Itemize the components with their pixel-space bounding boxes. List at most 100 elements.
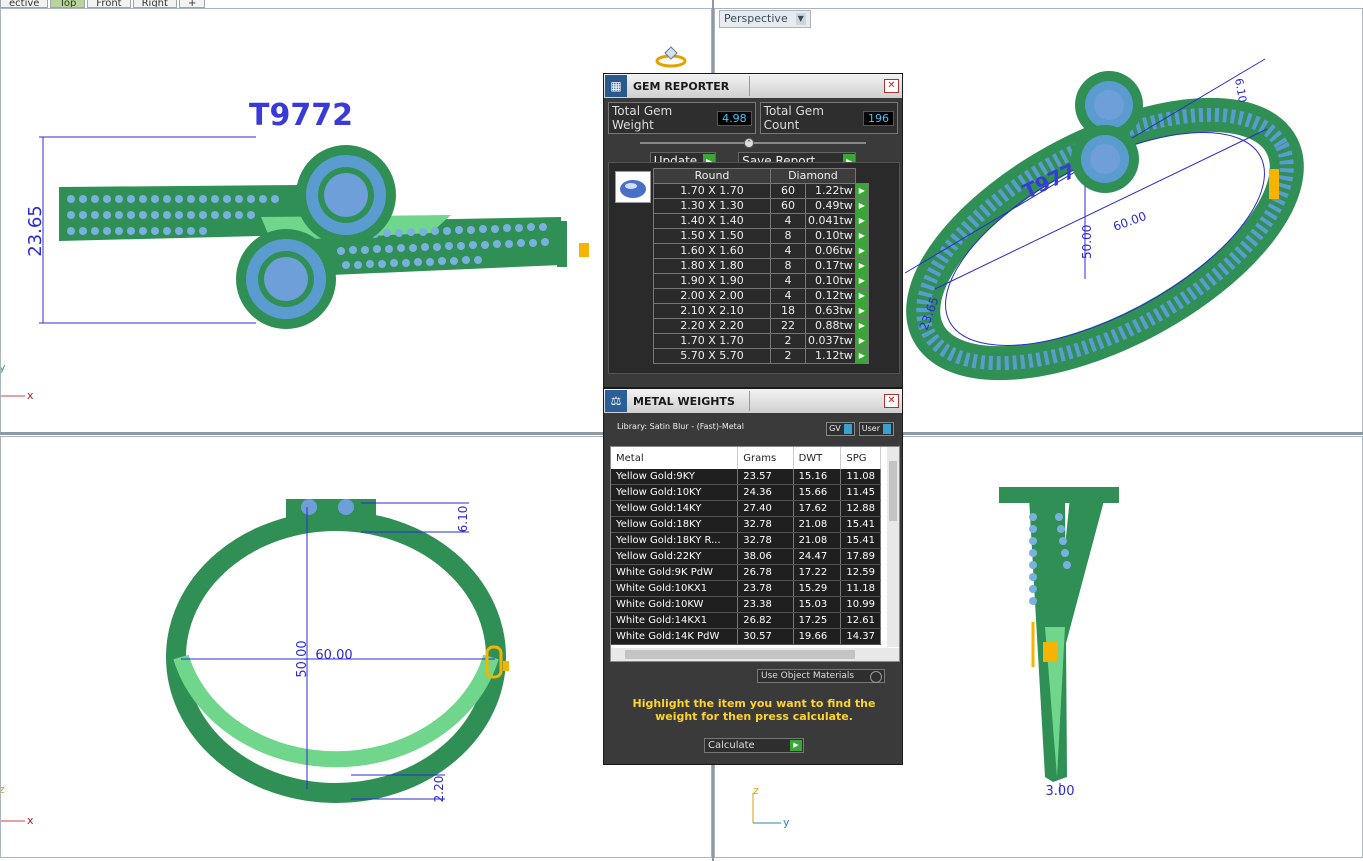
gem-row[interactable]: 1.90 X 1.90 4 0.10tw ▶: [653, 273, 869, 289]
scroll-thumb[interactable]: [889, 461, 897, 521]
play-icon[interactable]: ▶: [854, 243, 869, 259]
gem-reporter-titlebar[interactable]: ▦ GEM REPORTER ✕: [604, 74, 902, 98]
dim-label: 6.10: [456, 506, 470, 533]
tab-front[interactable]: Front: [87, 0, 131, 8]
viewport-label-perspective[interactable]: Perspective ▼: [719, 10, 811, 28]
gem-report-icon: ▦: [605, 75, 627, 97]
metal-dwt: 17.25: [793, 612, 842, 629]
col-grams[interactable]: Grams: [737, 447, 794, 469]
metal-row[interactable]: White Gold:10KX1 23.78 15.29 11.18: [611, 580, 881, 597]
gem-totals: Total Gem Weight 4.98 Total Gem Count 19…: [604, 98, 902, 134]
metal-spg: 11.45: [840, 484, 881, 501]
axis-y-label: y: [1, 361, 6, 374]
horizontal-scrollbar[interactable]: [611, 648, 899, 661]
tab-perspective[interactable]: ective: [0, 0, 49, 8]
metal-row[interactable]: Yellow Gold:18KY R... 32.78 21.08 15.41: [611, 532, 881, 549]
gem-row[interactable]: 1.80 X 1.80 8 0.17tw ▶: [653, 258, 869, 274]
gem-size: 1.90 X 1.90: [653, 273, 771, 289]
gem-row[interactable]: 2.00 X 2.00 4 0.12tw ▶: [653, 288, 869, 304]
metal-row[interactable]: White Gold:10KW 23.38 15.03 10.99: [611, 596, 881, 613]
tab-add[interactable]: +: [178, 0, 206, 8]
gem-row[interactable]: 1.60 X 1.60 4 0.06tw ▶: [653, 243, 869, 259]
gem-rows: 1.70 X 1.70 60 1.22tw ▶ 1.30 X 1.30 60 0.49tw ▶…: [653, 183, 869, 364]
scroll-thumb[interactable]: [625, 650, 855, 659]
user-toggle[interactable]: User: [858, 422, 894, 436]
metal-dwt: 15.16: [793, 469, 842, 485]
gem-count: 60: [770, 183, 806, 199]
play-icon[interactable]: ▶: [854, 198, 869, 214]
close-icon[interactable]: ✕: [884, 79, 899, 93]
gem-slider[interactable]: ⌃: [640, 138, 866, 148]
axis-z-label: z: [1, 783, 5, 796]
play-icon[interactable]: ▶: [854, 228, 869, 244]
metal-table: Metal Grams DWT SPG Yellow Gold:9KY 23.57…: [611, 447, 881, 645]
metal-grams: 27.40: [737, 500, 794, 517]
gem-row[interactable]: 1.50 X 1.50 8 0.10tw ▶: [653, 228, 869, 244]
metal-name: White Gold:10KX1: [611, 580, 739, 597]
dim-label: 2.20: [432, 776, 446, 803]
metal-name: White Gold:10KW: [611, 596, 739, 613]
gem-count: 4: [770, 213, 806, 229]
metal-dwt: 17.22: [793, 564, 842, 581]
metal-row[interactable]: Yellow Gold:9KY 23.57 15.16 11.08: [611, 469, 881, 485]
gem-size: 2.00 X 2.00: [653, 288, 771, 304]
radio-icon[interactable]: [870, 671, 882, 683]
toggle-indicator: [883, 424, 891, 434]
gem-count: 18: [770, 303, 806, 319]
metal-list[interactable]: Metal Grams DWT SPG Yellow Gold:9KY 23.57…: [610, 446, 900, 662]
gem-row[interactable]: 1.70 X 1.70 2 0.037tw ▶: [653, 333, 869, 349]
metal-row[interactable]: White Gold:9K PdW 26.78 17.22 12.59: [611, 564, 881, 581]
close-icon[interactable]: ✕: [884, 394, 899, 408]
calculate-button[interactable]: Calculate ▶: [704, 738, 804, 753]
gem-row[interactable]: 1.70 X 1.70 60 1.22tw ▶: [653, 183, 869, 199]
metal-row[interactable]: White Gold:14K PdW 30.57 19.66 14.37: [611, 628, 881, 645]
metal-grams: 24.36: [737, 484, 794, 501]
gem-size: 1.50 X 1.50: [653, 228, 771, 244]
metal-spg: 15.41: [840, 532, 881, 549]
panel-title: METAL WEIGHTS: [633, 394, 735, 408]
gem-row[interactable]: 5.70 X 5.70 2 1.12tw ▶: [653, 348, 869, 364]
metal-row[interactable]: White Gold:14KX1 26.82 17.25 12.61: [611, 612, 881, 629]
gem-table: Round Diamond 1.70 X 1.70 60 1.22tw ▶ 1.30 X…: [653, 168, 869, 364]
gem-count: 2: [770, 348, 806, 364]
dim-label: 60.00: [1111, 209, 1148, 234]
metal-rows: Yellow Gold:9KY 23.57 15.16 11.08 Yellow Gol…: [611, 469, 881, 645]
play-icon[interactable]: ▶: [854, 288, 869, 304]
tab-top[interactable]: Top: [50, 0, 86, 8]
play-icon[interactable]: ▶: [854, 213, 869, 229]
use-object-materials-toggle[interactable]: Use Object Materials: [757, 669, 885, 683]
total-weight-label: Total Gem Weight: [612, 104, 673, 132]
play-icon[interactable]: ▶: [854, 183, 869, 199]
metal-row[interactable]: Yellow Gold:22KY 38.06 24.47 17.89: [611, 548, 881, 565]
metal-row[interactable]: Yellow Gold:14KY 27.40 17.62 12.88: [611, 500, 881, 517]
round-gem-icon[interactable]: [615, 171, 651, 203]
gem-row[interactable]: 1.40 X 1.40 4 0.041tw ▶: [653, 213, 869, 229]
metal-row[interactable]: Yellow Gold:10KY 24.36 15.66 11.45: [611, 484, 881, 501]
gem-row[interactable]: 1.30 X 1.30 60 0.49tw ▶: [653, 198, 869, 214]
tab-right[interactable]: Right: [132, 0, 177, 8]
play-icon[interactable]: ▶: [854, 333, 869, 349]
play-icon[interactable]: ▶: [854, 318, 869, 334]
chevron-down-icon[interactable]: ▼: [795, 13, 806, 25]
gem-row[interactable]: 2.20 X 2.20 22 0.88tw ▶: [653, 318, 869, 334]
col-dwt[interactable]: DWT: [793, 447, 842, 469]
play-icon[interactable]: ▶: [854, 303, 869, 319]
gem-count: 4: [770, 288, 806, 304]
metal-dwt: 15.66: [793, 484, 842, 501]
metal-weights-titlebar[interactable]: ⚖ METAL WEIGHTS ✕: [604, 389, 902, 413]
gv-toggle[interactable]: GV: [826, 422, 855, 436]
gem-weight: 0.10tw: [805, 273, 856, 289]
gem-size: 1.30 X 1.30: [653, 198, 771, 214]
dim-label: 3.00: [1046, 784, 1075, 799]
metal-row[interactable]: Yellow Gold:18KY 32.78 21.08 15.41: [611, 516, 881, 533]
play-icon[interactable]: ▶: [854, 258, 869, 274]
play-icon[interactable]: ▶: [854, 348, 869, 364]
vertical-scrollbar[interactable]: [887, 447, 899, 647]
col-metal[interactable]: Metal: [611, 447, 739, 469]
slider-knob[interactable]: ⌃: [744, 138, 754, 148]
gem-weight: 0.88tw: [805, 318, 856, 334]
play-icon[interactable]: ▶: [854, 273, 869, 289]
metal-grams: 38.06: [737, 548, 794, 565]
col-spg[interactable]: SPG: [840, 447, 881, 469]
gem-row[interactable]: 2.10 X 2.10 18 0.63tw ▶: [653, 303, 869, 319]
